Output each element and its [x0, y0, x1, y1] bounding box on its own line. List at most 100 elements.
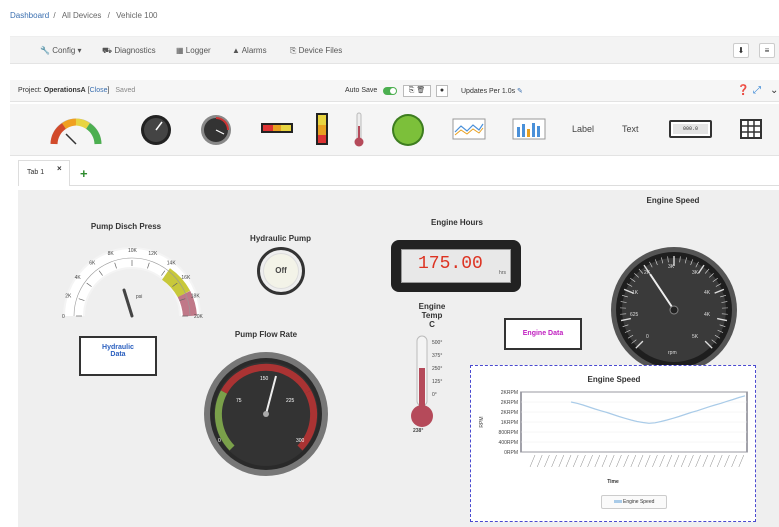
svg-text:225: 225	[286, 398, 295, 404]
pump-flow-rate-gauge[interactable]: 0 75 150 225 300	[202, 350, 330, 478]
dashboard-canvas: Pump Disch Press 0 2K 4K 6K 8K 10K 12K 14K 16K 18…	[18, 190, 779, 527]
x-tick-label	[731, 454, 737, 468]
close-icon[interactable]: ×	[57, 157, 62, 181]
gauge-tick-label: 2K	[65, 294, 72, 300]
vertical-bar-widget[interactable]	[315, 112, 329, 146]
x-tick-label	[529, 454, 536, 468]
hydraulic-data-button[interactable]: Hydraulic Data	[79, 336, 157, 376]
svg-text:0: 0	[646, 334, 649, 340]
x-tick-label	[608, 454, 615, 468]
x-tick-label	[601, 454, 608, 468]
svg-text:psi: psi	[136, 294, 142, 300]
menu-button[interactable]: ≡	[759, 43, 775, 58]
top-menu-bar: 🔧 Config ▾ ⛟ Diagnostics ▦ Logger ▲ Alar…	[10, 36, 779, 64]
project-name: OperationsA	[43, 87, 86, 94]
svg-text:625: 625	[630, 312, 639, 318]
cars-icon: ⛟	[102, 46, 113, 55]
svg-text:0: 0	[218, 438, 221, 444]
hydraulic-pump-title: Hydraulic Pump	[250, 234, 311, 243]
y-tick-label: 2KRPM	[501, 390, 518, 396]
edit-icon: ✎	[517, 88, 523, 95]
device-files-menu[interactable]: ⎘ Device Files	[290, 46, 342, 56]
gauge-tick-label: 12K	[148, 251, 158, 257]
y-tick-label: 0RPM	[504, 450, 518, 456]
engine-hours-value: 175.00	[418, 254, 483, 274]
add-tab-icon[interactable]: +	[80, 166, 88, 181]
logger-menu[interactable]: ▦ Logger	[176, 46, 211, 55]
engine-hours-title: Engine Hours	[430, 218, 483, 227]
svg-text:4K: 4K	[704, 312, 711, 318]
line-chart-widget[interactable]	[452, 118, 486, 140]
fullscreen-icon[interactable]: ⤢	[753, 85, 761, 96]
table-widget[interactable]	[740, 119, 762, 139]
x-tick-label	[695, 454, 701, 468]
chevron-down-icon[interactable]: ⌄	[770, 85, 778, 96]
trash-icon: 🗑	[416, 87, 426, 94]
breadcrumb-dashboard[interactable]: Dashboard	[10, 11, 49, 20]
copy-delete-buttons[interactable]: ⎘ 🗑	[403, 85, 431, 97]
help-icon[interactable]: ❓	[737, 85, 749, 96]
x-tick-label	[580, 454, 586, 468]
engine-temp-thermometer[interactable]: 500° 375° 250° 125° 0° 238°	[406, 334, 462, 434]
y-tick-label: 1KRPM	[501, 420, 518, 426]
label-widget[interactable]: Label	[572, 124, 594, 134]
x-tick-label	[565, 454, 572, 468]
x-tick-label	[536, 454, 543, 468]
x-tick-label	[652, 454, 658, 468]
engine-temp-title: Engine Temp C	[418, 302, 446, 329]
engine-speed-gauge[interactable]: 0 625 1K 2K 3K 3K 4K 4K 5K rpm	[610, 246, 738, 374]
engine-speed-chart[interactable]: Engine Speed 0RPM 400RPM 800RPM 1KRPM 2KRPM 2…	[470, 365, 756, 522]
thermometer-widget[interactable]	[353, 112, 365, 148]
x-tick-label	[716, 454, 723, 468]
x-tick-label	[551, 454, 557, 468]
semicircle-gauge-widget[interactable]	[48, 114, 104, 146]
legend-swatch	[613, 500, 622, 504]
autosave-toggle[interactable]	[383, 87, 397, 95]
diagnostics-menu[interactable]: ⛟ Diagnostics	[102, 46, 156, 56]
dashboard-tabs: Tab 1 × +	[18, 160, 779, 186]
gauge-tick-label: 18K	[191, 294, 201, 300]
horizontal-bar-widget[interactable]	[260, 122, 294, 134]
x-tick-label	[594, 454, 601, 468]
gauge-tick-label: 0	[62, 314, 65, 320]
text-widget[interactable]: Text	[622, 124, 639, 134]
x-tick-label	[544, 454, 550, 468]
breadcrumb: Dashboard / All Devices / Vehicle 100	[10, 11, 160, 20]
indicator-light-widget[interactable]	[391, 113, 425, 147]
tab-1[interactable]: Tab 1 ×	[18, 160, 70, 186]
round-gauge-widget[interactable]	[200, 114, 232, 146]
camera-button[interactable]: ●	[436, 85, 448, 97]
config-menu[interactable]: 🔧 Config ▾	[40, 46, 82, 55]
svg-text:500°: 500°	[432, 340, 442, 346]
chart-legend[interactable]: Engine Speed	[601, 495, 667, 509]
engine-data-button[interactable]: Engine Data	[504, 318, 582, 350]
svg-text:250°: 250°	[432, 366, 442, 372]
update-rate-link[interactable]: Updates Per 1.0s ✎	[461, 87, 523, 95]
x-tick-label	[587, 454, 593, 468]
breadcrumb-separator: /	[107, 11, 110, 20]
autosave-label: Auto Save	[345, 87, 378, 94]
x-tick-label	[659, 454, 665, 468]
x-tick-label	[558, 454, 565, 468]
y-tick-label: 800RPM	[499, 430, 518, 436]
x-tick-label	[572, 454, 579, 468]
y-tick-label: 2KRPM	[501, 400, 518, 406]
gauge-tick-label: 20K	[194, 314, 204, 320]
hydraulic-pump-toggle[interactable]: Off	[257, 247, 305, 295]
x-tick-label	[637, 454, 644, 468]
pump-disch-press-gauge[interactable]: 0 2K 4K 6K 8K 10K 12K 14K 16K 18K 20K psi	[54, 238, 204, 320]
svg-text:125°: 125°	[432, 379, 442, 385]
download-icon: ⬇	[737, 46, 745, 55]
y-axis-label: RPM	[479, 416, 485, 427]
bar-chart-widget[interactable]	[512, 118, 546, 140]
download-button[interactable]: ⬇	[733, 43, 749, 58]
gauge-tick-label: 8K	[108, 251, 115, 257]
close-project-link[interactable]: Close	[90, 87, 108, 94]
x-tick-label	[666, 454, 673, 468]
dial-gauge-widget[interactable]	[140, 114, 172, 146]
alarms-menu[interactable]: ▲ Alarms	[232, 46, 267, 55]
svg-text:150: 150	[260, 376, 269, 382]
hamburger-icon: ≡	[764, 46, 770, 55]
breadcrumb-devices[interactable]: All Devices	[62, 11, 102, 20]
digital-display-widget[interactable]: 000.0	[669, 120, 712, 138]
